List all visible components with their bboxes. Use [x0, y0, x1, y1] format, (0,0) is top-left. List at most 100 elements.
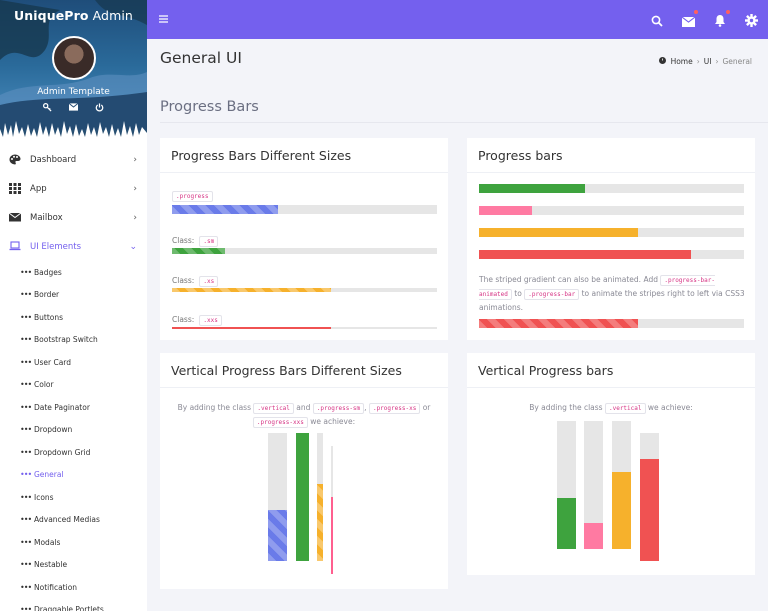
- description-text: The striped gradient can also be animate…: [479, 275, 745, 312]
- progress-bar-animated: [479, 319, 744, 328]
- section-title: Progress Bars: [160, 99, 259, 115]
- sidebar-item-date-paginator[interactable]: ••• Date Paginator: [0, 396, 147, 419]
- sidebar-item-ui-elements[interactable]: UI Elements ⌄: [0, 232, 147, 261]
- sidebar-item-buttons[interactable]: ••• Buttons: [0, 306, 147, 329]
- power-icon[interactable]: [94, 103, 106, 115]
- bullet-dots-icon: •••: [20, 492, 32, 502]
- sidebar-nav: Dashboard › App › Mailbox › UI Elements …: [0, 145, 147, 611]
- progress-fill: [479, 250, 691, 259]
- menu-icon[interactable]: [159, 13, 168, 26]
- card-title: Progress Bars Different Sizes: [160, 138, 448, 173]
- sidebar-item-color[interactable]: ••• Color: [0, 374, 147, 397]
- sidebar-item-label: Date Paginator: [34, 402, 90, 412]
- sidebar-item-label: General: [34, 470, 64, 480]
- bullet-dots-icon: •••: [20, 335, 32, 345]
- breadcrumb: Home › UI › General: [658, 56, 752, 66]
- sidebar-item-label: Badges: [34, 267, 62, 277]
- sidebar-item-label: Dropdown: [34, 425, 73, 435]
- sidebar: UniquePro Admin Admin Template Dashboard…: [0, 0, 147, 611]
- sidebar-item-modals[interactable]: ••• Modals: [0, 531, 147, 554]
- sidebar-item-label: Dropdown Grid: [34, 447, 91, 457]
- sidebar-item-nestable[interactable]: ••• Nestable: [0, 554, 147, 577]
- sidebar-item-draggable-portlets[interactable]: ••• Draggable Portlets: [0, 599, 147, 611]
- envelope-icon[interactable]: [68, 103, 80, 115]
- vertical-progress-bar-sm: [296, 433, 309, 561]
- grass-decoration: [0, 121, 147, 145]
- chevron-right-icon: ›: [133, 183, 137, 194]
- sidebar-item-mailbox[interactable]: Mailbox ›: [0, 203, 147, 232]
- sidebar-item-label: Advanced Medias: [34, 515, 100, 525]
- progress-fill: [317, 484, 323, 561]
- main-content: General UI Home › UI › General Progress …: [147, 39, 768, 611]
- bullet-dots-icon: •••: [20, 515, 32, 525]
- key-icon[interactable]: [42, 103, 54, 115]
- vertical-progress-bar: [612, 421, 631, 549]
- card-title: Progress bars: [467, 138, 755, 173]
- card-title: Vertical Progress bars: [467, 353, 755, 388]
- bullet-dots-icon: •••: [20, 447, 32, 457]
- sidebar-item-general[interactable]: ••• General: [0, 464, 147, 487]
- sidebar-item-label: Nestable: [34, 560, 68, 570]
- sidebar-item-advanced-medias[interactable]: ••• Advanced Medias: [0, 509, 147, 532]
- sidebar-item-label: UI Elements: [30, 241, 82, 252]
- laptop-icon: [9, 241, 22, 252]
- sidebar-item-app[interactable]: App ›: [0, 174, 147, 203]
- sidebar-item-label: Buttons: [34, 312, 64, 322]
- breadcrumb-ui[interactable]: UI: [704, 57, 712, 66]
- sidebar-item-dropdown[interactable]: ••• Dropdown: [0, 419, 147, 442]
- gear-icon[interactable]: [745, 12, 759, 27]
- progress-fill: [172, 248, 225, 254]
- sidebar-item-dropdown-grid[interactable]: ••• Dropdown Grid: [0, 441, 147, 464]
- sidebar-item-icons[interactable]: ••• Icons: [0, 486, 147, 509]
- page-title: General UI: [160, 49, 242, 67]
- search-icon[interactable]: [651, 12, 665, 27]
- progress-fill: [268, 509, 287, 561]
- progress-fill: [172, 205, 278, 214]
- mail-icon[interactable]: [681, 10, 698, 27]
- sidebar-item-user-card[interactable]: ••• User Card: [0, 351, 147, 374]
- breadcrumb-home[interactable]: Home: [671, 57, 693, 66]
- progress-fill: [612, 472, 631, 549]
- avatar[interactable]: [52, 36, 96, 80]
- sidebar-submenu: ••• Badges ••• Border ••• Buttons ••• Bootstrap…: [0, 261, 147, 611]
- sidebar-item-dashboard[interactable]: Dashboard ›: [0, 145, 147, 174]
- sidebar-item-label: Icons: [34, 492, 54, 502]
- progress-bar-xs: [172, 288, 437, 292]
- sidebar-item-label: Border: [34, 290, 60, 300]
- chevron-down-icon: ⌄: [129, 241, 137, 252]
- vertical-progress-bar: [557, 421, 576, 549]
- progress-bar-sm: [172, 248, 437, 254]
- breadcrumb-separator: ›: [715, 56, 719, 66]
- sidebar-item-label: App: [30, 183, 47, 194]
- breadcrumb-current: General: [722, 56, 752, 66]
- sidebar-item-bootstrap-switch[interactable]: ••• Bootstrap Switch: [0, 329, 147, 352]
- sidebar-item-border[interactable]: ••• Border: [0, 284, 147, 307]
- sidebar-item-badges[interactable]: ••• Badges: [0, 261, 147, 284]
- user-name[interactable]: Admin Template: [0, 87, 147, 97]
- vertical-progress-bar: [268, 433, 287, 561]
- vertical-progress-bar: [640, 433, 659, 561]
- class-label-row: Class: .xxs: [172, 307, 222, 326]
- envelope-icon: [8, 212, 22, 223]
- bullet-dots-icon: •••: [20, 290, 32, 300]
- progress-fill: [331, 497, 333, 574]
- sidebar-item-label: Bootstrap Switch: [34, 335, 98, 345]
- card-title: Vertical Progress Bars Different Sizes: [160, 353, 448, 388]
- sidebar-item-notification[interactable]: ••• Notification: [0, 576, 147, 599]
- brand-logo[interactable]: UniquePro Admin: [0, 8, 147, 23]
- bullet-dots-icon: •••: [20, 425, 32, 435]
- sidebar-item-label: Notification: [34, 582, 78, 592]
- bell-icon[interactable]: [714, 10, 730, 27]
- card-vertical-bars: Vertical Progress bars By adding the cla…: [467, 353, 755, 575]
- bullet-dots-icon: •••: [20, 402, 32, 412]
- progress-fill: [172, 288, 331, 292]
- class-label-row: Class: .xs: [172, 268, 219, 287]
- palette-icon: [9, 154, 22, 165]
- card-progress-bars: Progress bars The striped gradient can a…: [467, 138, 755, 340]
- sidebar-item-label: User Card: [34, 357, 72, 367]
- sidebar-item-label: Color: [34, 380, 54, 390]
- grid-icon: [9, 183, 22, 194]
- chevron-right-icon: ›: [133, 212, 137, 223]
- bullet-dots-icon: •••: [20, 582, 32, 592]
- sidebar-profile-header: UniquePro Admin Admin Template: [0, 0, 147, 145]
